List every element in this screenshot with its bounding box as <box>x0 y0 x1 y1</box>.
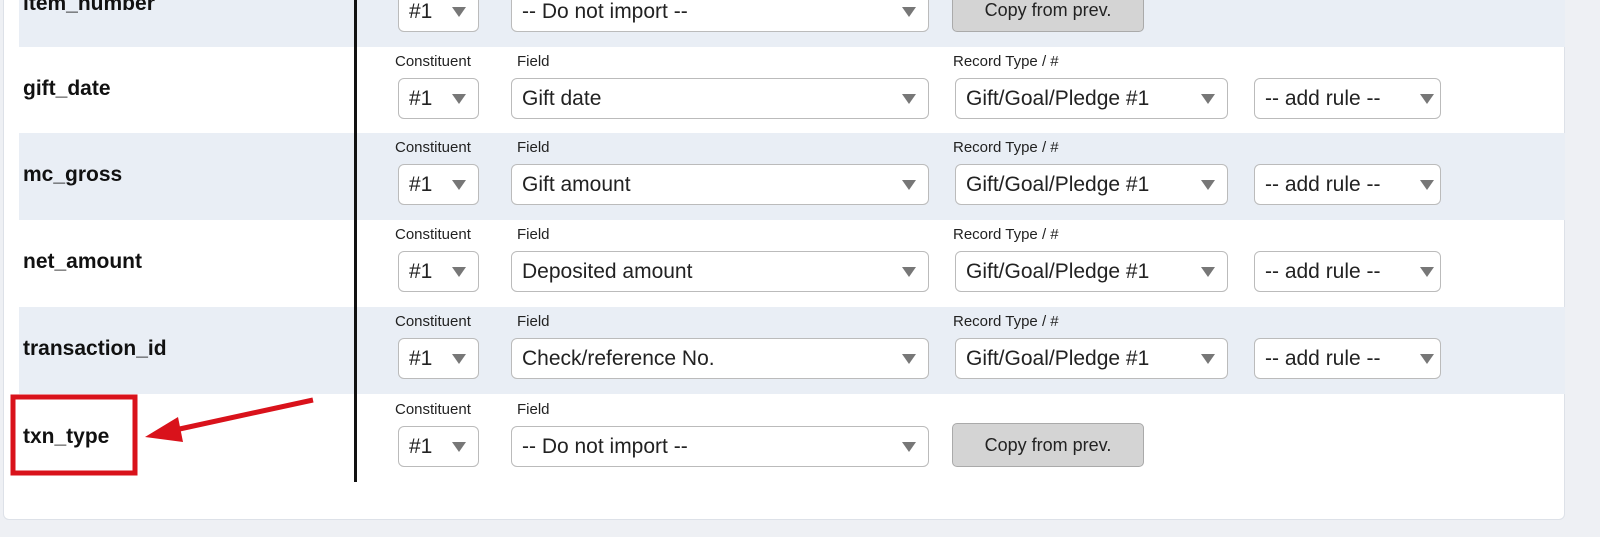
record-type-label: Record Type / # <box>953 139 1059 156</box>
chevron-down-icon <box>452 94 466 104</box>
constituent-value: #1 <box>409 86 433 110</box>
copy-from-prev-button[interactable]: Copy from prev. <box>952 423 1144 467</box>
chevron-down-icon <box>1420 267 1434 277</box>
add-rule-select[interactable]: -- add rule -- <box>1254 251 1441 292</box>
source-field-name: mc_gross <box>23 163 123 186</box>
add-rule-select[interactable]: -- add rule -- <box>1254 78 1441 119</box>
source-field-name: net_amount <box>23 250 143 273</box>
constituent-label: Constituent <box>395 139 471 156</box>
chevron-down-icon <box>902 180 916 190</box>
field-value: Check/reference No. <box>522 346 715 370</box>
field-label: Field <box>517 226 550 243</box>
rule-value: -- add rule -- <box>1265 172 1381 196</box>
chevron-down-icon <box>452 354 466 364</box>
field-value: Gift date <box>522 86 602 110</box>
field-value: -- Do not import -- <box>522 434 688 458</box>
constituent-label: Constituent <box>395 313 471 330</box>
chevron-down-icon <box>902 354 916 364</box>
rule-value: -- add rule -- <box>1265 346 1381 370</box>
constituent-value: #1 <box>409 172 433 196</box>
source-field-name: item_number <box>23 0 155 15</box>
chevron-down-icon <box>1420 180 1434 190</box>
record-type-select[interactable]: Gift/Goal/Pledge #1 <box>955 338 1228 379</box>
source-field-name: txn_type <box>23 425 110 448</box>
source-field-name: transaction_id <box>23 337 167 360</box>
chevron-down-icon <box>1201 267 1215 277</box>
field-value: Gift amount <box>522 172 631 196</box>
copy-from-prev-button[interactable]: Copy from prev. <box>952 0 1144 32</box>
column-divider <box>354 0 357 482</box>
record-type-value: Gift/Goal/Pledge #1 <box>966 259 1150 283</box>
field-value: -- Do not import -- <box>522 0 688 23</box>
add-rule-select[interactable]: -- add rule -- <box>1254 164 1441 205</box>
constituent-select[interactable]: #1 <box>398 426 479 467</box>
field-select[interactable]: Check/reference No. <box>511 338 929 379</box>
constituent-select[interactable]: #1 <box>398 78 479 119</box>
constituent-select[interactable]: #1 <box>398 0 479 32</box>
field-select[interactable]: -- Do not import -- <box>511 0 929 32</box>
record-type-label: Record Type / # <box>953 313 1059 330</box>
rule-value: -- add rule -- <box>1265 259 1381 283</box>
record-type-select[interactable]: Gift/Goal/Pledge #1 <box>955 251 1228 292</box>
record-type-label: Record Type / # <box>953 226 1059 243</box>
record-type-value: Gift/Goal/Pledge #1 <box>966 172 1150 196</box>
constituent-value: #1 <box>409 259 433 283</box>
chevron-down-icon <box>452 442 466 452</box>
field-label: Field <box>517 139 550 156</box>
source-field-name: gift_date <box>23 77 111 100</box>
constituent-select[interactable]: #1 <box>398 338 479 379</box>
chevron-down-icon <box>902 442 916 452</box>
chevron-down-icon <box>1201 354 1215 364</box>
chevron-down-icon <box>902 267 916 277</box>
field-select[interactable]: Gift amount <box>511 164 929 205</box>
chevron-down-icon <box>1201 180 1215 190</box>
chevron-down-icon <box>452 7 466 17</box>
record-type-select[interactable]: Gift/Goal/Pledge #1 <box>955 78 1228 119</box>
constituent-value: #1 <box>409 0 433 23</box>
record-type-value: Gift/Goal/Pledge #1 <box>966 86 1150 110</box>
chevron-down-icon <box>902 94 916 104</box>
constituent-label: Constituent <box>395 226 471 243</box>
chevron-down-icon <box>452 267 466 277</box>
record-type-label: Record Type / # <box>953 53 1059 70</box>
chevron-down-icon <box>1420 354 1434 364</box>
field-label: Field <box>517 401 550 418</box>
constituent-value: #1 <box>409 346 433 370</box>
constituent-select[interactable]: #1 <box>398 251 479 292</box>
field-label: Field <box>517 53 550 70</box>
chevron-down-icon <box>902 7 916 17</box>
chevron-down-icon <box>452 180 466 190</box>
chevron-down-icon <box>1420 94 1434 104</box>
constituent-label: Constituent <box>395 401 471 418</box>
constituent-label: Constituent <box>395 53 471 70</box>
record-type-value: Gift/Goal/Pledge #1 <box>966 346 1150 370</box>
chevron-down-icon <box>1201 94 1215 104</box>
record-type-select[interactable]: Gift/Goal/Pledge #1 <box>955 164 1228 205</box>
constituent-select[interactable]: #1 <box>398 164 479 205</box>
field-select[interactable]: -- Do not import -- <box>511 426 929 467</box>
field-label: Field <box>517 313 550 330</box>
constituent-value: #1 <box>409 434 433 458</box>
field-select[interactable]: Deposited amount <box>511 251 929 292</box>
field-select[interactable]: Gift date <box>511 78 929 119</box>
rule-value: -- add rule -- <box>1265 86 1381 110</box>
field-value: Deposited amount <box>522 259 693 283</box>
add-rule-select[interactable]: -- add rule -- <box>1254 338 1441 379</box>
